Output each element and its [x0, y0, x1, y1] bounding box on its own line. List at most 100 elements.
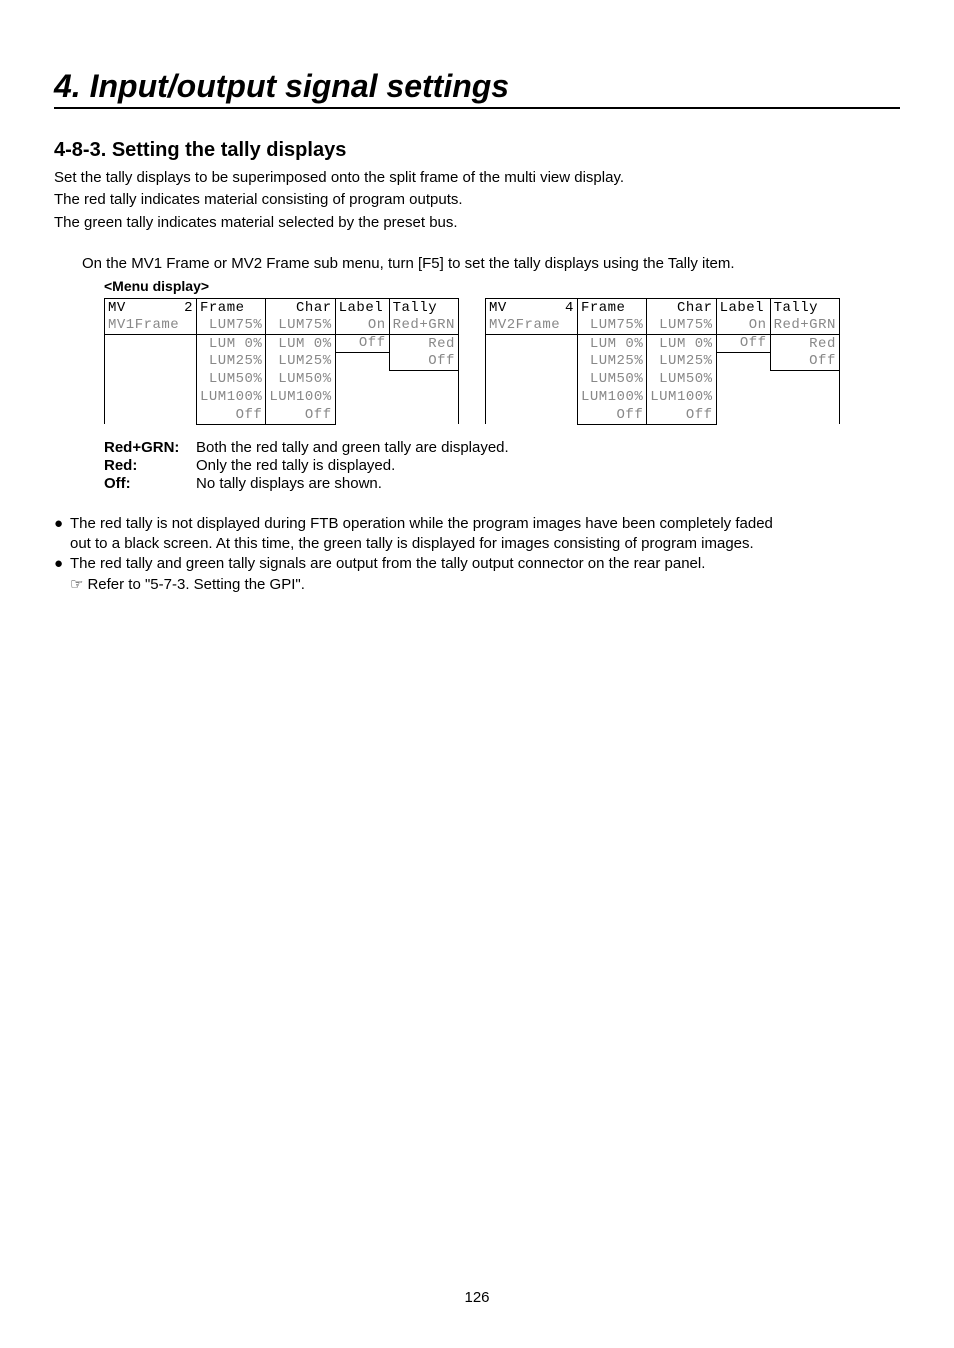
- menu-tables: MV 2 Frame Char Label Tally MV1Frame LUM…: [104, 298, 900, 425]
- blank-cell: [105, 352, 197, 370]
- hdr-menu: MV: [485, 298, 559, 316]
- note-text: The red tally is not displayed during FT…: [70, 514, 773, 534]
- bullet-icon: ●: [54, 554, 70, 574]
- legend-desc: No tally displays are shown.: [196, 475, 382, 492]
- table-option-row: Off Off: [105, 406, 459, 424]
- tally-legend: Red+GRN: Both the red tally and green ta…: [104, 439, 900, 492]
- val-tally: Red+GRN: [389, 316, 458, 334]
- blank-cell: [105, 406, 197, 424]
- legend-row-redgrn: Red+GRN: Both the red tally and green ta…: [104, 439, 900, 456]
- opt-tally: Off: [770, 352, 839, 370]
- hdr-label: Label: [716, 298, 770, 316]
- val-frame: LUM75%: [197, 316, 266, 334]
- blank-cell: [485, 352, 577, 370]
- blank-cell: [105, 388, 197, 406]
- blank-cell: [335, 352, 389, 370]
- note-text-continuation: out to a black screen. At this time, the…: [70, 534, 900, 554]
- page-number: 126: [0, 1289, 954, 1306]
- legend-key: Red+GRN:: [104, 439, 196, 456]
- table-header-row: MV 2 Frame Char Label Tally: [105, 298, 459, 316]
- intro-line: The red tally indicates material consist…: [54, 190, 900, 210]
- table-option-row: Off Off: [485, 406, 839, 424]
- val-char: LUM75%: [266, 316, 335, 334]
- legend-row-red: Red: Only the red tally is displayed.: [104, 457, 900, 474]
- opt-char: LUM50%: [266, 370, 335, 388]
- blank-cell: [389, 370, 458, 388]
- blank-cell: [716, 406, 770, 424]
- blank-cell: [335, 388, 389, 406]
- blank-cell: [716, 370, 770, 388]
- menu-table-mv1: MV 2 Frame Char Label Tally MV1Frame LUM…: [104, 298, 459, 425]
- table-option-row: LUM 0% LUM 0% Off Red: [485, 334, 839, 352]
- bullet-icon: ●: [54, 514, 70, 534]
- blank-cell: [105, 334, 197, 352]
- val-label: On: [716, 316, 770, 334]
- table-option-row: LUM25% LUM25% Off: [485, 352, 839, 370]
- blank-cell: [770, 370, 839, 388]
- val-tally: Red+GRN: [770, 316, 839, 334]
- opt-tally: Red: [770, 334, 839, 352]
- cross-reference-text: Refer to "5-7-3. Setting the GPI".: [87, 575, 304, 595]
- opt-char: Off: [266, 406, 335, 424]
- opt-frame: LUM100%: [197, 388, 266, 406]
- opt-frame: Off: [197, 406, 266, 424]
- table-option-row: LUM100% LUM100%: [485, 388, 839, 406]
- blank-cell: [335, 406, 389, 424]
- hdr-char: Char: [647, 298, 716, 316]
- table-option-row: LUM50% LUM50%: [105, 370, 459, 388]
- legend-desc: Only the red tally is displayed.: [196, 457, 395, 474]
- table-value-row: MV1Frame LUM75% LUM75% On Red+GRN: [105, 316, 459, 334]
- chapter-title: 4. Input/output signal settings: [54, 68, 900, 109]
- opt-frame: LUM50%: [197, 370, 266, 388]
- intro-text: Set the tally displays to be superimpose…: [54, 168, 900, 233]
- opt-label: Off: [716, 334, 770, 352]
- opt-frame: LUM50%: [577, 370, 646, 388]
- opt-frame: LUM100%: [577, 388, 646, 406]
- section-title: Setting the tally displays: [112, 139, 347, 161]
- section-heading: 4-8-3. Setting the tally displays: [54, 139, 900, 162]
- val-frame: LUM75%: [577, 316, 646, 334]
- hdr-page: 2: [179, 298, 197, 316]
- step-instruction: On the MV1 Frame or MV2 Frame sub menu, …: [82, 255, 900, 272]
- blank-cell: [485, 370, 577, 388]
- blank-cell: [485, 406, 577, 424]
- blank-cell: [716, 352, 770, 370]
- hdr-label: Label: [335, 298, 389, 316]
- legend-row-off: Off: No tally displays are shown.: [104, 475, 900, 492]
- blank-cell: [716, 388, 770, 406]
- legend-key: Off:: [104, 475, 196, 492]
- document-page: 4. Input/output signal settings 4-8-3. S…: [0, 0, 954, 1348]
- pointing-hand-icon: ☞: [70, 575, 83, 595]
- opt-char: LUM100%: [266, 388, 335, 406]
- table-option-row: LUM50% LUM50%: [485, 370, 839, 388]
- table-value-row: MV2Frame LUM75% LUM75% On Red+GRN: [485, 316, 839, 334]
- table-option-row: LUM25% LUM25% Off: [105, 352, 459, 370]
- hdr-char: Char: [266, 298, 335, 316]
- hdr-page: 4: [559, 298, 577, 316]
- blank-cell: [770, 388, 839, 406]
- hdr-tally: Tally: [770, 298, 839, 316]
- opt-frame: Off: [577, 406, 646, 424]
- opt-frame: LUM 0%: [577, 334, 646, 352]
- blank-cell: [389, 388, 458, 406]
- hdr-frame: Frame: [577, 298, 646, 316]
- opt-frame: LUM 0%: [197, 334, 266, 352]
- opt-char: Off: [647, 406, 716, 424]
- opt-frame: LUM25%: [577, 352, 646, 370]
- hdr-menu: MV: [105, 298, 179, 316]
- menu-display-label: <Menu display>: [104, 278, 900, 294]
- blank-cell: [105, 370, 197, 388]
- blank-cell: [770, 406, 839, 424]
- val-menu: MV2Frame: [485, 316, 577, 334]
- blank-cell: [389, 406, 458, 424]
- opt-char: LUM 0%: [266, 334, 335, 352]
- note-item: ● The red tally is not displayed during …: [54, 514, 900, 534]
- opt-char: LUM25%: [266, 352, 335, 370]
- legend-desc: Both the red tally and green tally are d…: [196, 439, 509, 456]
- legend-key: Red:: [104, 457, 196, 474]
- opt-char: LUM50%: [647, 370, 716, 388]
- opt-char: LUM 0%: [647, 334, 716, 352]
- hdr-tally: Tally: [389, 298, 458, 316]
- opt-char: LUM25%: [647, 352, 716, 370]
- opt-char: LUM100%: [647, 388, 716, 406]
